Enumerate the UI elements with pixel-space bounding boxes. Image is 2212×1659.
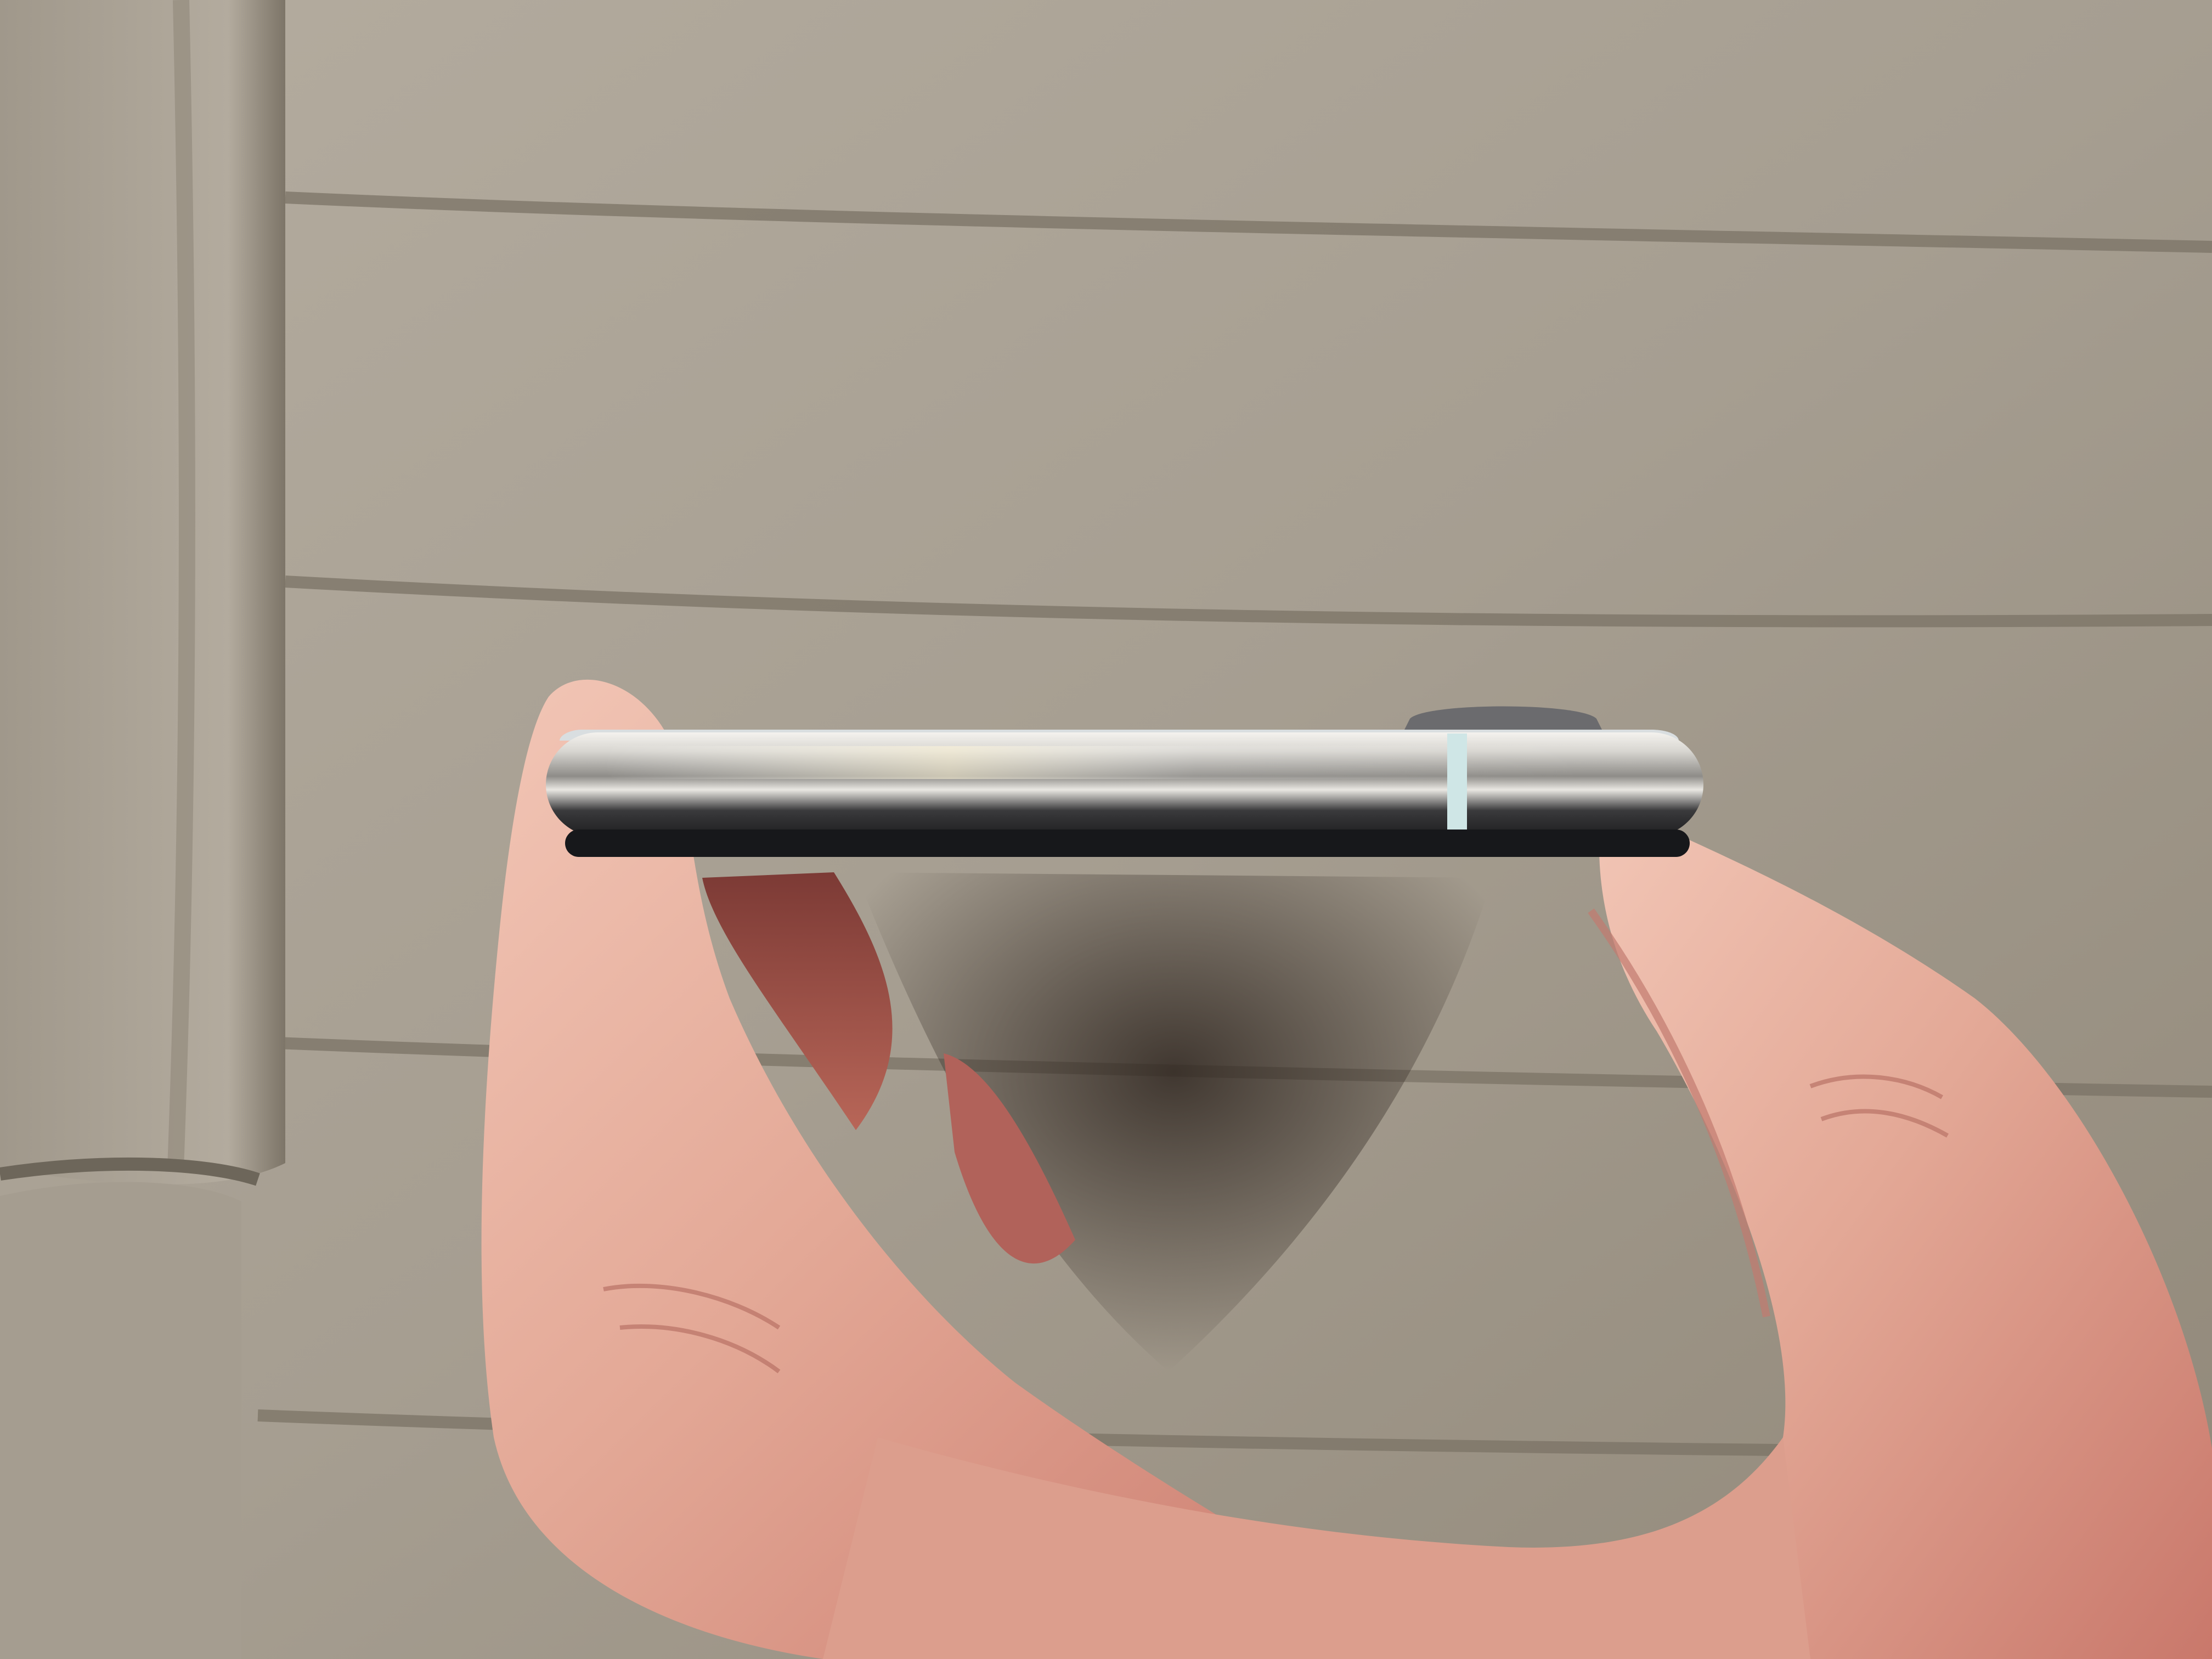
frame-reflection <box>603 746 1591 779</box>
photo-scene <box>0 0 2212 1659</box>
phone-screen-edge <box>565 830 1690 857</box>
antenna-band <box>1447 733 1467 836</box>
